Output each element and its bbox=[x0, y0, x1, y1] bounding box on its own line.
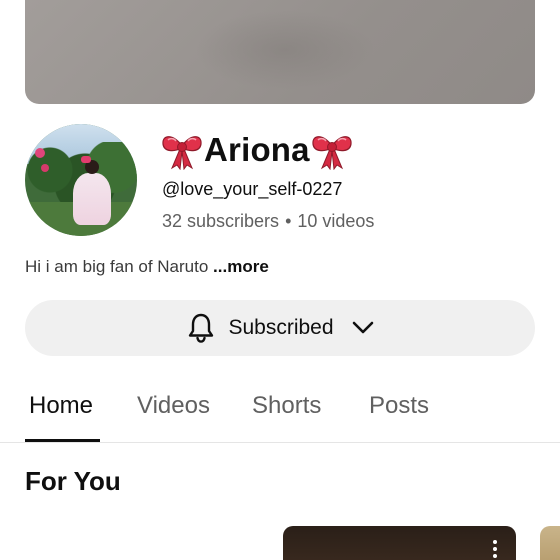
tab-posts[interactable]: Posts bbox=[369, 392, 429, 420]
channel-page: Ariona @love_your_self-0227 32 subscribe… bbox=[0, 0, 560, 560]
ribbon-bow-icon bbox=[160, 130, 204, 170]
chevron-down-icon bbox=[352, 321, 373, 334]
subscribed-button[interactable]: Subscribed bbox=[25, 300, 535, 356]
section-title: For You bbox=[25, 466, 121, 496]
avatar-flower bbox=[41, 164, 49, 172]
channel-description[interactable]: Hi i am big fan of Naruto ...more bbox=[25, 257, 269, 277]
channel-tabs: Home Videos Shorts Posts bbox=[0, 384, 560, 443]
ribbon-bow-icon bbox=[310, 130, 354, 170]
channel-name-text: Ariona bbox=[204, 131, 310, 168]
avatar[interactable] bbox=[25, 124, 137, 236]
channel-handle: @love_your_self-0227 bbox=[162, 179, 343, 199]
video-count: 10 videos bbox=[297, 211, 375, 231]
subscribed-label: Subscribed bbox=[228, 316, 334, 339]
tab-shorts[interactable]: Shorts bbox=[252, 392, 321, 420]
active-tab-indicator bbox=[25, 439, 100, 442]
avatar-dress bbox=[73, 173, 111, 225]
bell-icon bbox=[189, 313, 214, 343]
subscriber-count: 32 subscribers bbox=[162, 211, 280, 231]
avatar-hair-bow bbox=[81, 156, 91, 163]
avatar-flower bbox=[35, 148, 45, 158]
video-thumbnail[interactable] bbox=[283, 526, 516, 560]
more-options-icon[interactable] bbox=[493, 540, 498, 560]
tab-videos[interactable]: Videos bbox=[137, 392, 210, 420]
stats-separator: • bbox=[285, 211, 292, 231]
channel-name: Ariona bbox=[160, 127, 354, 173]
description-text: Hi i am big fan of Naruto bbox=[25, 257, 214, 276]
tab-home[interactable]: Home bbox=[29, 392, 93, 420]
more-link[interactable]: ...more bbox=[213, 257, 269, 276]
video-thumbnail[interactable] bbox=[540, 526, 560, 560]
avatar-figure bbox=[69, 156, 115, 225]
channel-banner[interactable] bbox=[25, 0, 535, 104]
channel-stats: 32 subscribers • 10 videos bbox=[162, 211, 374, 232]
